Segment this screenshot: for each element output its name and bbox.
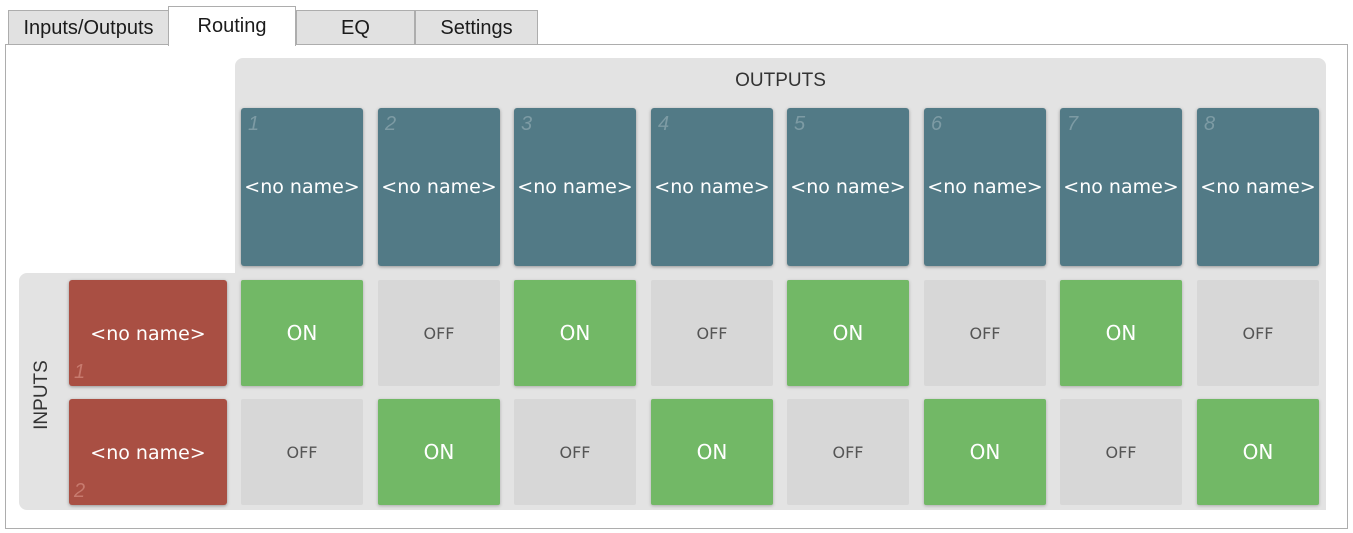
inputs-heading: INPUTS xyxy=(22,300,62,490)
route-toggle-in1-out1[interactable]: ON xyxy=(241,280,363,386)
input-number: 1 xyxy=(74,361,86,383)
output-name: <no name> xyxy=(381,176,497,198)
output-number: 7 xyxy=(1067,113,1079,135)
output-channel-6[interactable]: 6 <no name> xyxy=(924,108,1046,266)
output-name: <no name> xyxy=(1200,176,1316,198)
output-name: <no name> xyxy=(1063,176,1179,198)
route-toggle-in1-out6[interactable]: OFF xyxy=(924,280,1046,386)
output-channel-5[interactable]: 5 <no name> xyxy=(787,108,909,266)
route-toggle-in1-out8[interactable]: OFF xyxy=(1197,280,1319,386)
output-channel-7[interactable]: 7 <no name> xyxy=(1060,108,1182,266)
output-channel-3[interactable]: 3 <no name> xyxy=(514,108,636,266)
route-toggle-in2-out5[interactable]: OFF xyxy=(787,399,909,505)
route-toggle-in2-out8[interactable]: ON xyxy=(1197,399,1319,505)
input-number: 2 xyxy=(74,480,86,502)
route-toggle-in2-out4[interactable]: ON xyxy=(651,399,773,505)
route-toggle-in1-out4[interactable]: OFF xyxy=(651,280,773,386)
input-channel-1[interactable]: <no name> 1 xyxy=(69,280,227,386)
route-toggle-in1-out7[interactable]: ON xyxy=(1060,280,1182,386)
output-number: 1 xyxy=(248,113,260,135)
route-toggle-in2-out3[interactable]: OFF xyxy=(514,399,636,505)
output-name: <no name> xyxy=(244,176,360,198)
output-number: 8 xyxy=(1204,113,1216,135)
tab-routing[interactable]: Routing xyxy=(168,6,296,46)
output-channel-2[interactable]: 2 <no name> xyxy=(378,108,500,266)
output-number: 5 xyxy=(794,113,806,135)
output-channel-8[interactable]: 8 <no name> xyxy=(1197,108,1319,266)
tab-inputs-outputs[interactable]: Inputs/Outputs xyxy=(8,10,169,46)
output-name: <no name> xyxy=(517,176,633,198)
route-toggle-in1-out2[interactable]: OFF xyxy=(378,280,500,386)
output-name: <no name> xyxy=(790,176,906,198)
output-name: <no name> xyxy=(927,176,1043,198)
route-toggle-in1-out3[interactable]: ON xyxy=(514,280,636,386)
route-toggle-in2-out1[interactable]: OFF xyxy=(241,399,363,505)
output-number: 4 xyxy=(658,113,670,135)
output-number: 6 xyxy=(931,113,943,135)
route-toggle-in2-out6[interactable]: ON xyxy=(924,399,1046,505)
route-toggle-in1-out5[interactable]: ON xyxy=(787,280,909,386)
output-channel-4[interactable]: 4 <no name> xyxy=(651,108,773,266)
output-number: 3 xyxy=(521,113,533,135)
inputs-heading-label: INPUTS xyxy=(31,360,52,430)
input-channel-2[interactable]: <no name> 2 xyxy=(69,399,227,505)
tab-eq[interactable]: EQ xyxy=(296,10,415,46)
input-name: <no name> xyxy=(90,323,206,345)
input-name: <no name> xyxy=(90,442,206,464)
route-toggle-in2-out7[interactable]: OFF xyxy=(1060,399,1182,505)
output-number: 2 xyxy=(385,113,397,135)
output-channel-1[interactable]: 1 <no name> xyxy=(241,108,363,266)
tab-settings[interactable]: Settings xyxy=(415,10,538,46)
route-toggle-in2-out2[interactable]: ON xyxy=(378,399,500,505)
outputs-heading: OUTPUTS xyxy=(735,70,826,91)
output-name: <no name> xyxy=(654,176,770,198)
